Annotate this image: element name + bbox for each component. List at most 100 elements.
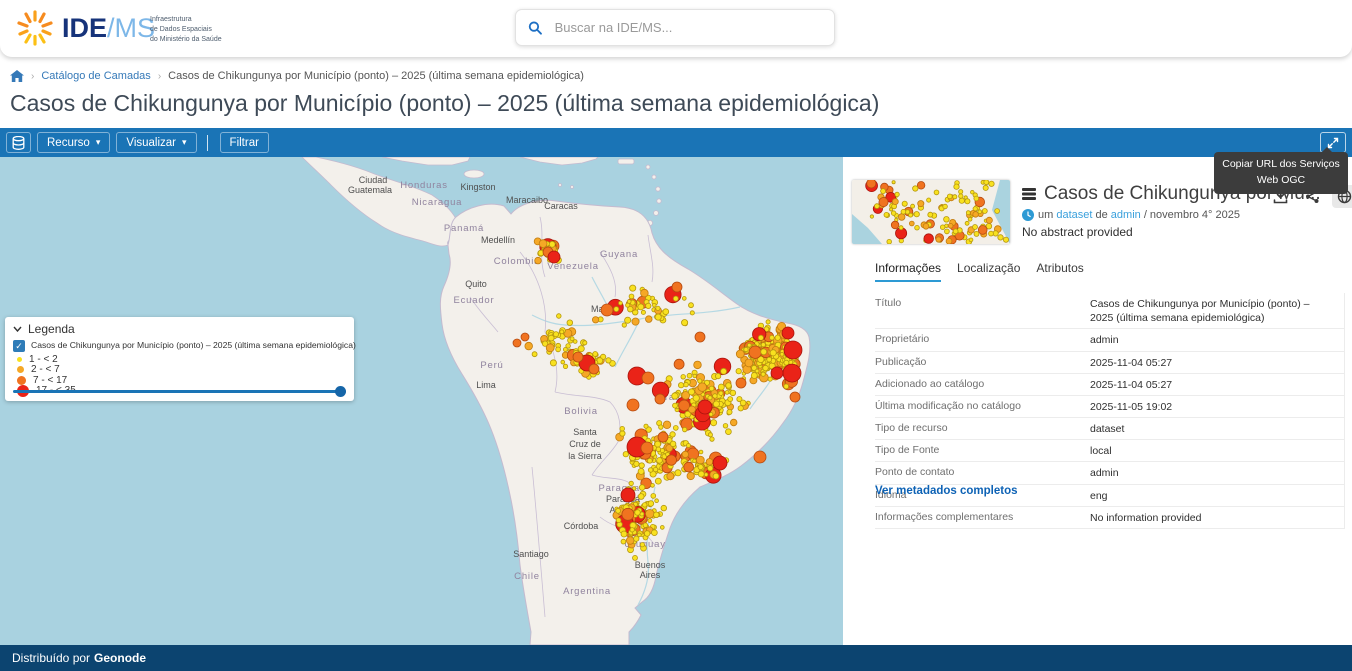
abstract-text: No abstract provided xyxy=(1022,225,1133,239)
detail-tabs: Informações Localização Atributos xyxy=(875,261,1084,282)
legend-class-dot xyxy=(17,357,22,362)
search-input[interactable] xyxy=(553,19,822,36)
opacity-slider-track[interactable] xyxy=(13,390,346,393)
layer-visibility-checkbox[interactable]: ✓ xyxy=(13,340,25,352)
row-label: Tipo de recurso xyxy=(875,422,1090,436)
home-icon[interactable] xyxy=(10,70,24,82)
legend-class-dot xyxy=(17,376,26,385)
app-footer: Distribuído por Geonode xyxy=(0,645,1352,671)
table-row: Publicação2025-11-04 05:27 xyxy=(875,352,1344,374)
row-value: 2025-11-05 19:02 xyxy=(1090,400,1186,414)
svg-text:Guatemala: Guatemala xyxy=(348,185,392,195)
map-canvas[interactable]: Kingston CiudadGuatemala Honduras Nicaragua… xyxy=(0,157,843,645)
svg-text:Colombia: Colombia xyxy=(494,256,541,267)
dataset-meta: um dataset de admin / novembro 4° 2025 xyxy=(1022,209,1240,221)
svg-text:Aires: Aires xyxy=(640,570,661,580)
tab-informações[interactable]: Informações xyxy=(875,261,941,282)
svg-text:Cruz de: Cruz de xyxy=(569,439,601,449)
row-label: Adicionado ao catálogo xyxy=(875,378,1090,392)
svg-text:Nicaragua: Nicaragua xyxy=(412,197,463,208)
meta-text: de xyxy=(1092,209,1110,221)
meta-link[interactable]: dataset xyxy=(1056,209,1092,221)
table-row: Tipo de recursodataset xyxy=(875,418,1344,440)
svg-text:Argentina: Argentina xyxy=(563,586,611,597)
legend-header[interactable]: Legenda xyxy=(13,322,346,336)
full-metadata-link[interactable]: Ver metadados completos xyxy=(875,485,1018,497)
geonode-link[interactable]: Geonode xyxy=(94,651,146,665)
table-row: Última modificação no catálogo2025-11-05… xyxy=(875,396,1344,418)
south-america-landmass xyxy=(440,200,810,645)
filtrar-button[interactable]: Filtrar xyxy=(220,132,269,153)
legend-class: 2 - < 7 xyxy=(17,365,346,376)
table-row: TítuloCasos de Chikungunya por Município… xyxy=(875,293,1344,329)
svg-text:Ecuador: Ecuador xyxy=(454,295,495,306)
toolbar-divider xyxy=(207,135,208,151)
chevron-down-icon xyxy=(13,326,22,332)
dataset-toolbar: Recurso Visualizar Filtrar xyxy=(0,128,1352,157)
svg-text:Ciudad: Ciudad xyxy=(359,175,388,185)
svg-text:Chile: Chile xyxy=(514,571,540,582)
legend-class-dot xyxy=(17,366,24,373)
svg-text:Medellín: Medellín xyxy=(481,235,515,245)
legend-title: Legenda xyxy=(28,322,75,336)
meta-text: um xyxy=(1038,209,1056,221)
map-svg[interactable]: Kingston CiudadGuatemala Honduras Nicaragua… xyxy=(0,157,843,645)
row-value: 2025-11-04 05:27 xyxy=(1090,356,1186,370)
svg-text:Honduras: Honduras xyxy=(400,180,448,191)
tab-atributos[interactable]: Atributos xyxy=(1036,261,1083,282)
recurso-dropdown[interactable]: Recurso xyxy=(37,132,110,153)
svg-text:Santa: Santa xyxy=(573,427,597,437)
database-icon xyxy=(12,136,25,150)
meta-link[interactable]: admin xyxy=(1111,209,1141,221)
row-label: Ponto de contato xyxy=(875,466,1090,480)
legend-class-label: 7 - < 17 xyxy=(33,375,67,386)
dataset-icon xyxy=(1022,187,1036,201)
idems-logo[interactable]: IDE/MS xyxy=(14,7,155,49)
row-value: No information provided xyxy=(1090,511,1215,525)
logo-tagline: Infraestrutura de Dados Espaciais do Min… xyxy=(150,15,222,45)
row-value: Casos de Chikungunya por Município (pont… xyxy=(1090,297,1344,325)
legend-class: 1 - < 2 xyxy=(17,354,346,365)
row-value: local xyxy=(1090,444,1126,458)
table-row: Adicionado ao catálogo2025-11-04 05:27 xyxy=(875,374,1344,396)
svg-text:Kingston: Kingston xyxy=(460,182,495,192)
row-label: Tipo de Fonte xyxy=(875,444,1090,458)
row-label: Proprietário xyxy=(875,333,1090,347)
ogc-tooltip: Copiar URL dos Serviços Web OGC xyxy=(1214,152,1348,194)
row-value: 2025-11-04 05:27 xyxy=(1090,378,1186,392)
svg-text:Bolivia: Bolivia xyxy=(564,406,598,417)
legend-class: 7 - < 17 xyxy=(17,375,346,386)
logo-wordmark: IDE/MS xyxy=(62,13,155,44)
visualizar-dropdown[interactable]: Visualizar xyxy=(116,132,196,153)
svg-text:la Sierra: la Sierra xyxy=(568,451,602,461)
row-value[interactable]: admin xyxy=(1090,466,1133,480)
svg-text:Santiago: Santiago xyxy=(513,549,549,559)
svg-text:Panamá: Panamá xyxy=(444,223,484,234)
row-label: Título xyxy=(875,297,1090,325)
search-bar[interactable] xyxy=(515,9,835,46)
row-value[interactable]: dataset xyxy=(1090,422,1138,436)
row-value[interactable]: admin xyxy=(1090,333,1133,347)
meta-text: / novembro 4° 2025 xyxy=(1141,209,1240,221)
tab-localização[interactable]: Localização xyxy=(957,261,1020,282)
geonode-dataset-page: IDE/MS Infraestrutura de Dados Espaciais… xyxy=(0,0,1352,671)
legend-layer-label: Casos de Chikungunya por Município (pont… xyxy=(31,340,356,350)
svg-text:Guyana: Guyana xyxy=(600,249,638,260)
opacity-slider-handle[interactable] xyxy=(335,386,346,397)
svg-text:Buenos: Buenos xyxy=(635,560,666,570)
app-header: IDE/MS Infraestrutura de Dados Espaciais… xyxy=(0,0,1352,57)
dataset-thumbnail xyxy=(852,180,1010,244)
search-icon xyxy=(528,20,543,36)
svg-text:Lima: Lima xyxy=(476,380,496,390)
sunburst-logo-icon xyxy=(14,7,56,49)
opacity-slider[interactable] xyxy=(13,386,346,396)
dataset-menu-button[interactable] xyxy=(6,132,31,153)
table-row: Ponto de contatoadmin xyxy=(875,462,1344,484)
legend-class-label: 2 - < 7 xyxy=(31,364,60,375)
breadcrumb-catalog-link[interactable]: Catálogo de Camadas xyxy=(41,70,150,82)
breadcrumb-separator: › xyxy=(31,71,34,82)
row-label: Informações complementares xyxy=(875,511,1090,525)
row-label: Publicação xyxy=(875,356,1090,370)
breadcrumb: › Catálogo de Camadas › Casos de Chikung… xyxy=(10,70,584,82)
svg-text:Perú: Perú xyxy=(480,360,503,371)
